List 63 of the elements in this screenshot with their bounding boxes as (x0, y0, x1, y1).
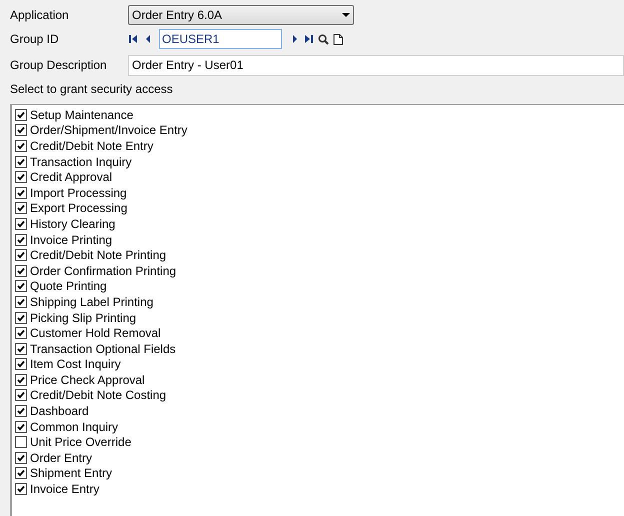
access-checkbox-item[interactable]: Common Inquiry (15, 418, 624, 434)
access-checkbox-item[interactable]: Item Cost Inquiry (15, 356, 624, 372)
checkbox[interactable] (15, 296, 27, 308)
checkbox[interactable] (15, 218, 27, 230)
checkbox[interactable] (15, 436, 27, 448)
checkbox[interactable] (15, 389, 27, 402)
access-checkbox-item[interactable]: Order Confirmation Printing (15, 262, 624, 279)
application-dropdown[interactable]: Order Entry 6.0A (128, 5, 354, 25)
access-checkbox-item[interactable]: Customer Hold Removal (15, 325, 624, 341)
access-checkbox-item[interactable]: Order Entry (15, 450, 624, 466)
group-id-field[interactable]: OEUSER1 (159, 29, 282, 49)
access-checkbox-item[interactable]: Dashboard (15, 403, 624, 419)
checkbox[interactable] (15, 234, 27, 246)
field-label: Group ID (10, 31, 60, 48)
next-record-icon[interactable] (290, 34, 300, 44)
checkbox[interactable] (15, 156, 27, 168)
checkbox[interactable] (15, 312, 27, 324)
field-label: Group Description (10, 57, 108, 74)
access-checkbox-item[interactable]: Credit/Debit Note Costing (15, 388, 624, 404)
dropdown-arrow-icon (342, 13, 350, 17)
first-record-icon[interactable] (128, 34, 138, 44)
checkbox[interactable] (15, 264, 27, 277)
checkbox[interactable] (15, 186, 27, 199)
access-checkbox-item[interactable]: Setup Maintenance (15, 107, 624, 123)
access-checkbox-item[interactable]: History Clearing (15, 216, 624, 232)
access-checkbox-item[interactable]: Picking Slip Printing (15, 310, 624, 326)
access-checkbox-item[interactable]: Shipping Label Printing (15, 294, 624, 310)
access-checkbox-item[interactable]: Shipment Entry (15, 466, 624, 482)
access-checkbox-item[interactable]: Quote Printing (15, 278, 624, 294)
access-checkbox-item[interactable]: Credit/Debit Note Printing (15, 247, 624, 263)
group-description-field[interactable]: Order Entry - User01 (128, 54, 624, 76)
checkbox[interactable] (15, 483, 27, 496)
access-checkbox-item[interactable]: Order/Shipment/Invoice Entry (15, 122, 624, 138)
access-checkbox-item[interactable]: Credit Approval (15, 169, 624, 185)
checkbox[interactable] (15, 327, 27, 340)
new-document-icon[interactable] (333, 34, 343, 44)
checkbox[interactable] (15, 342, 27, 355)
access-checkbox-item[interactable]: Credit/Debit Note Entry (15, 138, 624, 154)
checkbox[interactable] (15, 140, 27, 152)
access-checkbox-item[interactable]: Invoice Printing (15, 232, 624, 248)
checkbox[interactable] (15, 405, 27, 418)
section-label: Select to grant security access (10, 81, 173, 98)
access-checkbox-item[interactable]: Transaction Optional Fields (15, 340, 624, 356)
checkbox[interactable] (15, 171, 27, 184)
checkbox[interactable] (15, 467, 27, 480)
checkbox[interactable] (15, 124, 27, 136)
access-checkbox-item[interactable]: Import Processing (15, 184, 624, 201)
checkbox[interactable] (15, 358, 27, 370)
field-label: Application (10, 7, 70, 24)
checkbox[interactable] (15, 202, 27, 214)
access-checkbox-item[interactable]: Unit Price Override (15, 434, 624, 450)
checkbox[interactable] (15, 374, 27, 386)
checkbox[interactable] (15, 452, 27, 464)
last-record-icon[interactable] (304, 34, 314, 44)
access-checkbox-item[interactable]: Export Processing (15, 200, 624, 216)
access-checkbox-item[interactable]: Transaction Inquiry (15, 154, 624, 170)
checkbox[interactable] (15, 108, 27, 121)
search-icon[interactable] (318, 34, 329, 44)
checkbox[interactable] (15, 249, 27, 262)
access-checkbox-item[interactable]: Invoice Entry (15, 481, 624, 497)
access-checkbox-item[interactable]: Price Check Approval (15, 372, 624, 388)
checkbox[interactable] (15, 280, 27, 292)
checkbox[interactable] (15, 420, 27, 433)
